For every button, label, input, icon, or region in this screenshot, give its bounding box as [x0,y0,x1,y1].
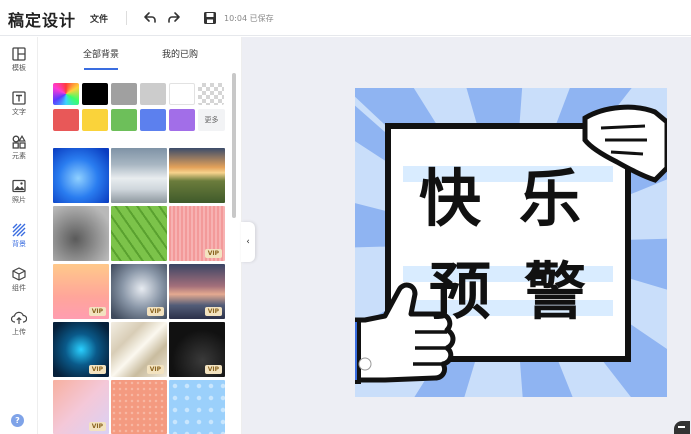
vip-badge: VIP [204,365,222,374]
background-thumbnail[interactable]: VIP [53,380,109,434]
color-swatch-grey[interactable] [111,83,137,105]
background-thumbnail[interactable] [53,206,109,261]
rail-item-text[interactable]: 文字 [0,91,38,131]
rail-label: 照片 [12,196,26,204]
background-thumbnail[interactable] [111,206,167,261]
color-swatch-purple[interactable] [169,109,195,131]
design-canvas[interactable]: 快 乐 预 警 [355,88,667,397]
background-thumbnail[interactable]: VIP [169,264,225,319]
color-swatch-gradient[interactable] [53,83,79,105]
rail-item-template[interactable]: 模板 [0,47,38,87]
toolbar-divider [126,11,127,25]
vip-badge: VIP [204,249,222,258]
rail-label: 组件 [12,284,26,292]
rail-item-upload[interactable]: 上传 [0,311,38,351]
rail-item-elements[interactable]: 元素 [0,135,38,175]
background-thumbnail[interactable]: VIP [53,322,109,377]
collapse-panel-button[interactable]: ‹ [241,222,255,262]
background-thumbnail[interactable]: VIP [111,264,167,319]
more-colors-button[interactable]: 更多 [198,109,225,131]
file-menu[interactable]: 文件 [90,12,108,25]
template-icon [12,47,26,61]
tab-my-purchases[interactable]: 我的已购 [162,47,198,60]
vip-badge: VIP [88,365,106,374]
left-rail: 模板 文字 元素 照片 背景 组件 上传 ? [0,37,38,434]
rail-item-photo[interactable]: 照片 [0,179,38,219]
color-swatch-light-grey[interactable] [140,83,166,105]
color-swatch-green[interactable] [111,109,137,131]
app-logo[interactable]: 稿定设计 [8,7,76,31]
color-swatch-yellow[interactable] [82,109,108,131]
save-status: 10:04 已保存 [224,14,274,23]
poster-char-jing[interactable]: 警 [524,255,586,328]
poster-artwork: 快 乐 预 警 [355,88,667,397]
save-icon[interactable] [202,10,218,26]
color-swatch-blue[interactable] [140,109,166,131]
rail-label: 文字 [12,108,26,116]
background-panel: 全部背景 我的已购 更多 VIP VIP VIP VIP VIP VIP VIP… [39,37,242,434]
zoom-out-button[interactable] [674,421,690,434]
color-swatch-transparent[interactable] [198,83,224,105]
rail-label: 元素 [12,152,26,160]
poster-char-yu[interactable]: 预 [429,255,491,328]
redo-icon[interactable] [167,10,183,26]
rail-item-background[interactable]: 背景 [0,223,38,263]
vip-badge: VIP [88,422,106,431]
poster-char-le[interactable]: 乐 [519,162,581,235]
rail-label: 背景 [12,240,26,248]
background-thumbnail[interactable] [169,148,225,203]
elements-icon [12,135,26,149]
vip-badge: VIP [146,307,164,316]
background-thumbnail[interactable] [111,148,167,203]
help-icon[interactable]: ? [11,414,24,427]
vip-badge: VIP [146,365,164,374]
vip-badge: VIP [204,307,222,316]
color-swatch-black[interactable] [82,83,108,105]
rail-item-component[interactable]: 组件 [0,267,38,307]
background-thumbnail[interactable]: VIP [169,206,225,261]
panel-scrollbar[interactable] [232,73,236,218]
background-thumbnail[interactable]: VIP [169,322,225,377]
top-bar: 稿定设计 文件 10:04 已保存 [0,0,691,36]
tab-all-backgrounds[interactable]: 全部背景 [83,47,119,60]
background-icon [12,223,26,237]
component-icon [12,267,26,281]
vip-badge: VIP [88,307,106,316]
background-thumbnail[interactable] [169,380,225,434]
rail-label: 模板 [12,64,26,72]
background-thumbnail[interactable]: VIP [53,264,109,319]
photo-icon [12,179,26,193]
text-icon [12,91,26,105]
color-swatch-white[interactable] [169,83,195,105]
upload-icon [11,311,27,324]
active-tab-indicator [84,68,118,70]
background-thumbnail[interactable]: VIP [111,322,167,377]
poster-char-kuai[interactable]: 快 [419,162,482,235]
undo-icon[interactable] [141,10,157,26]
rail-label: 上传 [12,328,26,336]
color-swatch-red[interactable] [53,109,79,131]
background-thumbnail[interactable] [53,148,109,203]
background-thumbnail[interactable] [111,380,167,434]
